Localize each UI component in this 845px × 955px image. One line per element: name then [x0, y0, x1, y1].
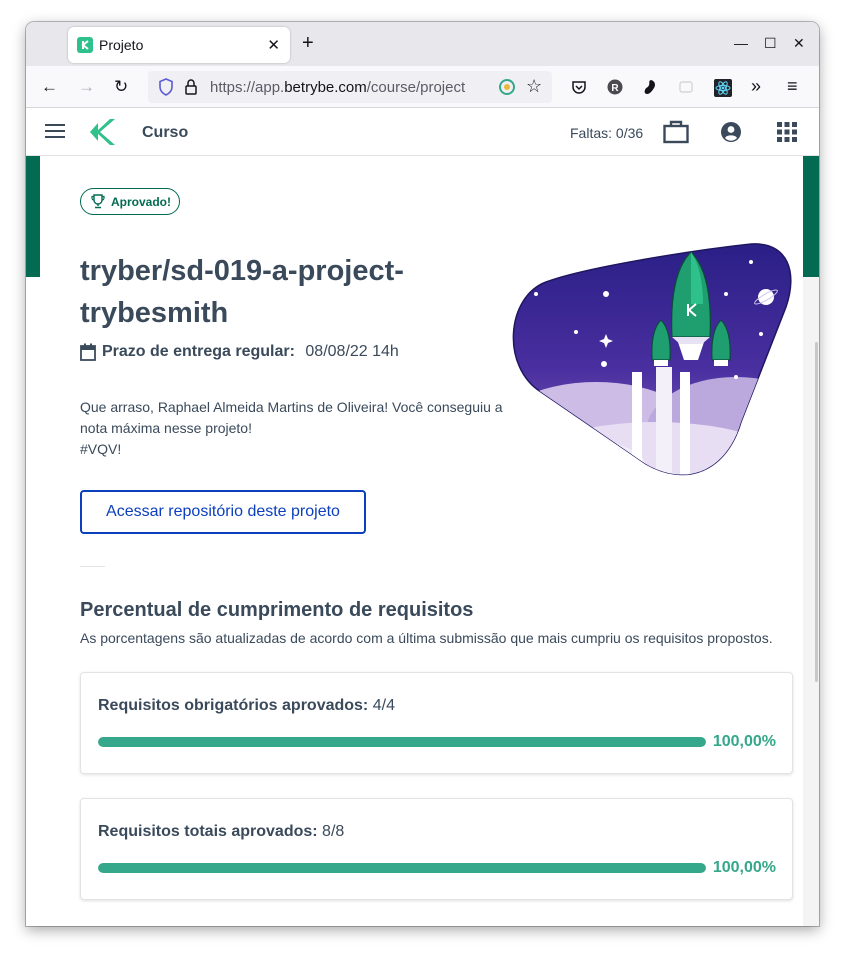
page-scrollbar[interactable] [803, 277, 819, 926]
reader-extension-icon[interactable] [498, 78, 516, 101]
calendar-icon [80, 343, 96, 366]
pocket-icon[interactable] [571, 79, 587, 95]
total-percent: 100,00% [712, 859, 776, 876]
total-requirements-label: Requisitos totais aprovados: 8/8 [98, 823, 345, 840]
r-extension-icon[interactable]: R [607, 79, 623, 95]
requirements-subtitle: As porcentagens são atualizadas de acord… [80, 630, 773, 646]
brand-band-left [26, 156, 40, 277]
deadline: Prazo de entrega regular: 08/08/22 14h [80, 343, 399, 361]
minimize-icon[interactable]: — [734, 36, 748, 50]
section-title[interactable]: Curso [142, 124, 188, 142]
overflow-chevrons-icon[interactable]: » [751, 77, 761, 95]
repository-button[interactable]: Acessar repositório deste projeto [80, 490, 366, 534]
mandatory-percent: 100,00% [712, 733, 776, 750]
mandatory-progress-bar [98, 737, 706, 747]
trybe-logo-icon[interactable] [88, 117, 116, 152]
scrollbar-thumb[interactable] [815, 342, 818, 682]
shield-icon[interactable] [158, 78, 174, 101]
project-title: tryber/sd-019-a-project-trybesmith [80, 255, 404, 329]
back-icon[interactable]: ← [41, 78, 58, 95]
mandatory-requirements-card: Requisitos obrigatórios aprovados: 4/4 1… [80, 672, 793, 774]
react-devtools-icon[interactable] [714, 79, 732, 97]
brand-band-right [803, 156, 819, 277]
site-header: Curso Faltas: 0/36 [26, 108, 819, 156]
briefcase-icon[interactable] [663, 120, 689, 149]
page-content: Aprovado! tryber/sd-019-a-project-trybes… [26, 156, 819, 926]
browser-window: Projeto ✕ + — ☐ ✕ ← → ↻ https://app.betr… [26, 22, 819, 926]
apps-grid-icon[interactable] [777, 122, 797, 147]
hamburger-menu-icon[interactable] [45, 123, 65, 144]
approved-badge: Aprovado! [80, 188, 180, 215]
congrats-hashtag: #VQV! [80, 441, 122, 457]
mandatory-progress-fill [98, 737, 706, 747]
url-text[interactable]: https://app.betrybe.com/course/project [210, 79, 490, 96]
total-progress-bar [98, 863, 706, 873]
divider [80, 566, 105, 567]
gnome-extension-icon[interactable] [642, 79, 658, 95]
approved-badge-label: Aprovado! [111, 195, 171, 209]
maximize-icon[interactable]: ☐ [764, 36, 777, 50]
bookmark-star-icon[interactable]: ☆ [526, 76, 542, 97]
new-tab-icon[interactable]: + [302, 33, 314, 53]
svg-text:R: R [611, 83, 619, 94]
lock-icon[interactable] [184, 78, 198, 101]
mandatory-requirements-label: Requisitos obrigatórios aprovados: 4/4 [98, 697, 395, 714]
reload-icon[interactable]: ↻ [114, 78, 128, 95]
absences-count: Faltas: 0/36 [570, 125, 644, 141]
rocket-illustration [506, 242, 796, 487]
deadline-value: 08/08/22 14h [305, 343, 399, 360]
total-requirements-card: Requisitos totais aprovados: 8/8 100,00% [80, 798, 793, 900]
trybe-favicon-icon [77, 37, 93, 53]
window-close-icon[interactable]: ✕ [793, 36, 805, 50]
app-menu-icon[interactable]: ≡ [787, 77, 798, 95]
forward-icon[interactable]: → [78, 78, 95, 95]
tab-title: Projeto [99, 37, 144, 53]
url-bar[interactable]: https://app.betrybe.com/course/project ☆ [148, 71, 552, 103]
congrats-message: Que arraso, Raphael Almeida Martins de O… [80, 397, 520, 460]
navigation-bar: ← → ↻ https://app.betrybe.com/course/pro… [26, 66, 819, 108]
tab-strip: Projeto ✕ + — ☐ ✕ [26, 22, 819, 66]
browser-tab[interactable]: Projeto ✕ [68, 27, 290, 63]
account-icon[interactable] [721, 122, 741, 147]
tab-close-icon[interactable]: ✕ [267, 36, 280, 54]
total-progress-fill [98, 863, 706, 873]
congrats-text: Que arraso, Raphael Almeida Martins de O… [80, 399, 503, 436]
faded-extension-icon[interactable] [678, 79, 694, 95]
requirements-title: Percentual de cumprimento de requisitos [80, 599, 474, 621]
deadline-label: Prazo de entrega regular: [102, 343, 295, 360]
project-card: Aprovado! tryber/sd-019-a-project-trybes… [40, 156, 803, 926]
trophy-icon [91, 194, 105, 212]
